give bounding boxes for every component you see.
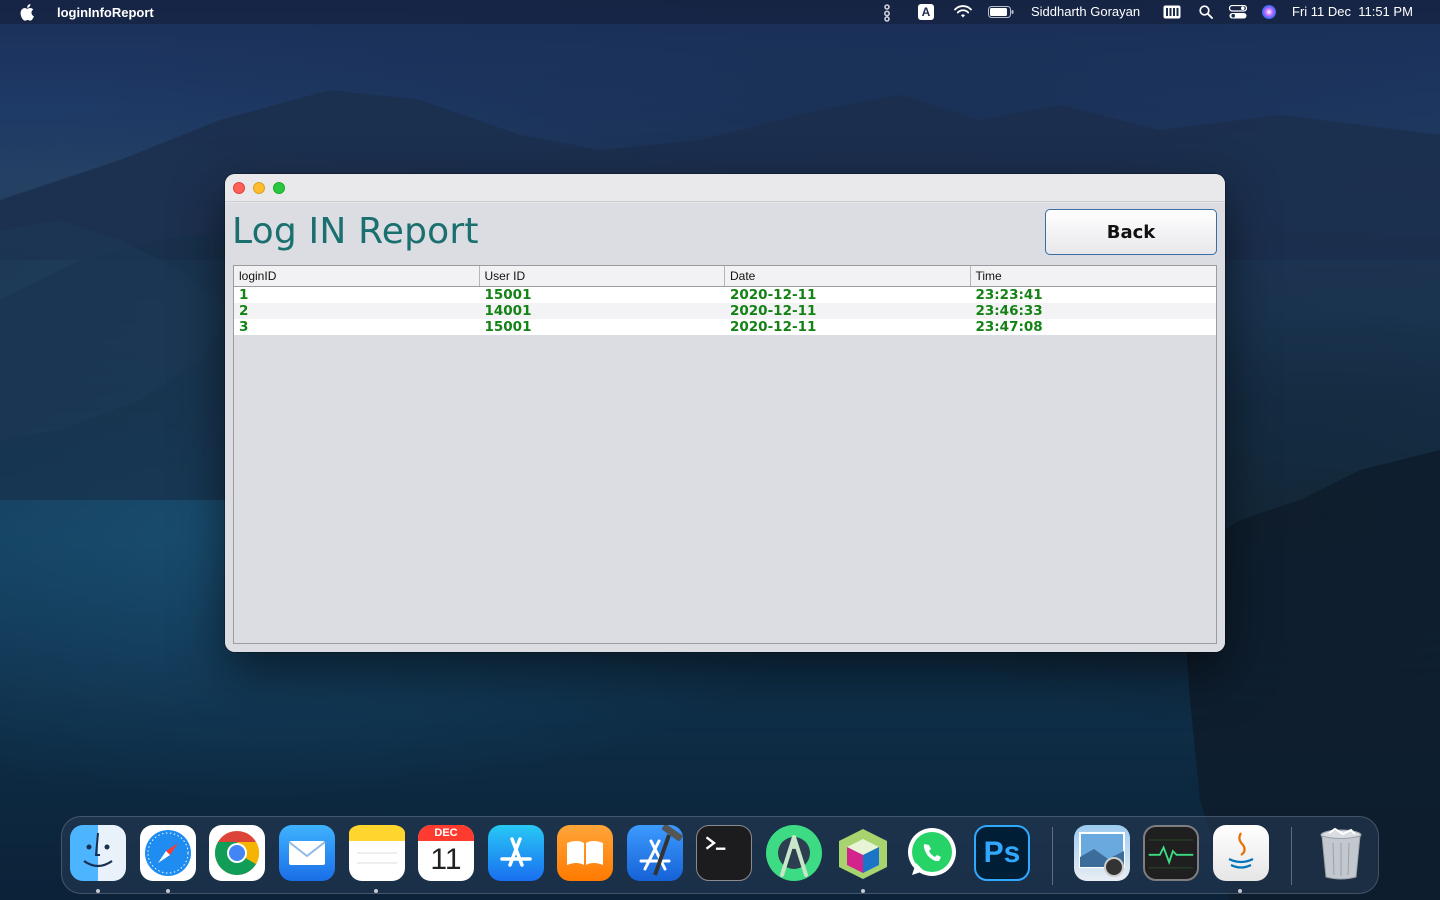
table-row[interactable]: 2 14001 2020-12-11 23:46:33 <box>234 303 1216 319</box>
finder-face-icon <box>83 832 113 868</box>
input-source-label: A <box>921 5 931 19</box>
photoshop-label: Ps <box>983 836 1021 869</box>
battery-icon[interactable] <box>988 6 1014 18</box>
menu-bar: loginInfoReport A Siddharth Gorayan Fri … <box>0 0 1440 24</box>
user-name[interactable]: Siddharth Gorayan <box>1031 4 1140 19</box>
chrome-icon[interactable] <box>209 825 265 881</box>
photoshop-icon[interactable]: Ps <box>974 825 1030 881</box>
envelope-icon <box>288 841 326 865</box>
running-indicator <box>1238 889 1242 893</box>
trash-can-icon <box>1320 827 1362 880</box>
siri-icon[interactable] <box>1261 4 1277 20</box>
whatsapp-phone-icon <box>908 828 956 876</box>
column-header-date[interactable]: Date <box>725 266 971 286</box>
xcode-icon[interactable] <box>627 824 683 881</box>
accessibility-status-icon[interactable] <box>880 4 894 22</box>
whatsapp-icon[interactable] <box>904 825 960 881</box>
java-icon[interactable] <box>1213 825 1269 881</box>
dock: DEC 11 Ps <box>61 816 1379 894</box>
dock-separator <box>1291 827 1292 885</box>
dock-separator <box>1052 827 1053 885</box>
books-icon[interactable] <box>557 825 613 881</box>
cell-date: 2020-12-11 <box>730 319 817 335</box>
android-compass-icon <box>778 835 810 877</box>
safari-icon[interactable] <box>140 825 196 881</box>
running-indicator <box>374 889 378 893</box>
window-minimize-button[interactable] <box>253 182 265 194</box>
cell-user-id: 14001 <box>484 303 532 319</box>
netbeans-cube-icon <box>839 829 887 879</box>
app-store-icon[interactable] <box>488 825 544 881</box>
app-store-a-icon <box>500 837 532 867</box>
open-book-icon <box>567 841 603 865</box>
terminal-icon[interactable] <box>696 825 752 881</box>
notepad-icon <box>349 825 405 864</box>
running-indicator <box>96 889 100 893</box>
cell-user-id: 15001 <box>484 287 532 303</box>
cell-date: 2020-12-11 <box>730 287 817 303</box>
column-header-login-id[interactable]: loginID <box>234 266 480 286</box>
login-report-window: Log IN Report Back loginID User ID Date … <box>225 174 1225 652</box>
hammer-icon <box>639 824 683 876</box>
mail-icon[interactable] <box>279 825 335 881</box>
window-content: Log IN Report Back loginID User ID Date … <box>225 203 1225 652</box>
netbeans-icon[interactable] <box>835 825 891 881</box>
cell-time: 23:47:08 <box>975 319 1043 335</box>
java-cup-icon <box>1228 832 1254 869</box>
active-app-name[interactable]: loginInfoReport <box>57 5 154 20</box>
input-source-icon[interactable]: A <box>918 4 934 20</box>
terminal-prompt-icon <box>705 836 726 850</box>
spotlight-search-icon[interactable] <box>1199 5 1213 19</box>
keyboard-menu-icon[interactable] <box>1163 5 1181 19</box>
apple-menu-icon[interactable] <box>20 3 36 21</box>
login-report-table[interactable]: loginID User ID Date Time 1 15001 2020-1… <box>233 265 1217 644</box>
activity-monitor-icon[interactable] <box>1143 825 1199 881</box>
finder-icon[interactable] <box>70 825 126 881</box>
column-header-time[interactable]: Time <box>971 266 1217 286</box>
chrome-logo-icon <box>215 831 259 875</box>
running-indicator <box>861 889 865 893</box>
window-zoom-button[interactable] <box>273 182 285 194</box>
window-close-button[interactable] <box>233 182 245 194</box>
cell-login-id: 2 <box>239 303 249 319</box>
control-center-icon[interactable] <box>1229 5 1247 19</box>
wifi-icon[interactable] <box>954 5 972 19</box>
cell-user-id: 15001 <box>484 319 532 335</box>
preview-icon[interactable] <box>1074 825 1130 881</box>
page-title: Log IN Report <box>232 211 479 252</box>
safari-compass-icon <box>145 830 191 876</box>
window-titlebar[interactable] <box>225 174 1225 202</box>
calendar-icon[interactable]: DEC 11 <box>418 825 474 881</box>
table-row[interactable]: 3 15001 2020-12-11 23:47:08 <box>234 319 1216 335</box>
calendar-day: 11 <box>430 843 462 876</box>
cell-time: 23:23:41 <box>975 287 1043 303</box>
column-header-user-id[interactable]: User ID <box>480 266 725 286</box>
notes-icon[interactable] <box>349 825 405 881</box>
calendar-month: DEC <box>418 825 474 841</box>
menubar-clock[interactable]: Fri 11 Dec 11:51 PM <box>1292 4 1413 19</box>
running-indicator <box>166 889 170 893</box>
table-header: loginID User ID Date Time <box>234 266 1216 287</box>
cell-login-id: 3 <box>239 319 249 335</box>
trash-icon[interactable] <box>1313 825 1369 881</box>
android-studio-icon[interactable] <box>766 825 822 881</box>
activity-graph-icon <box>1148 839 1194 869</box>
cell-date: 2020-12-11 <box>730 303 817 319</box>
preview-photos-icon <box>1079 832 1125 877</box>
cell-login-id: 1 <box>239 287 249 303</box>
cell-time: 23:46:33 <box>975 303 1043 319</box>
table-row[interactable]: 1 15001 2020-12-11 23:23:41 <box>234 287 1216 303</box>
back-button[interactable]: Back <box>1045 209 1217 255</box>
